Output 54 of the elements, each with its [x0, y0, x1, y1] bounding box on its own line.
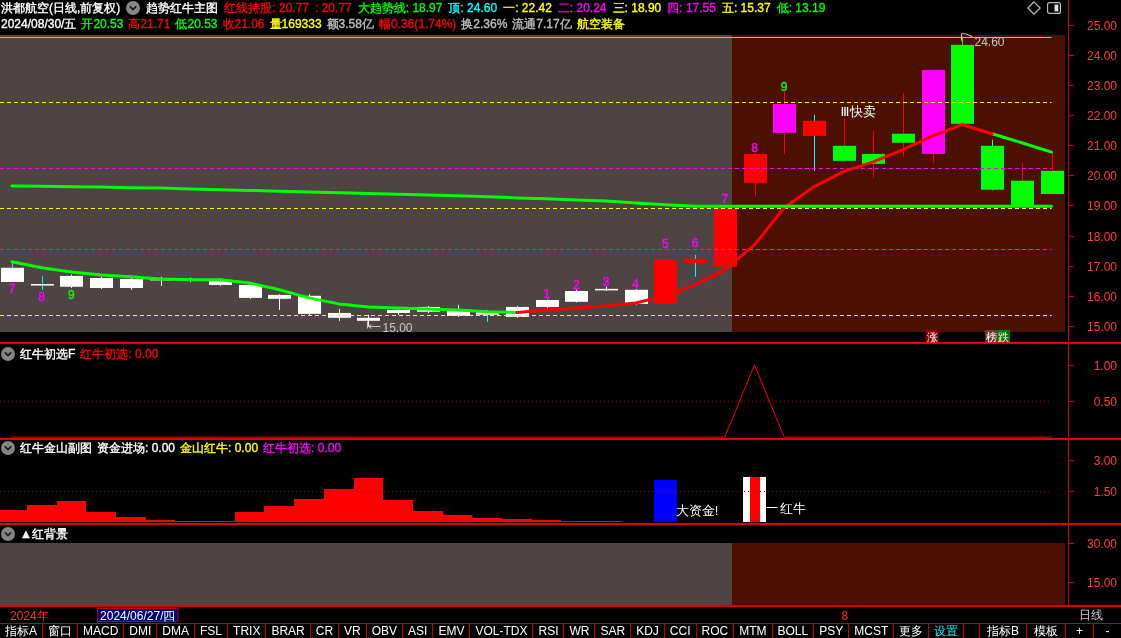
cursor-date: 2024/06/27/四	[97, 608, 179, 623]
indicator-value: 资金进场: 0.00	[97, 441, 176, 455]
axis-label: 23.00	[1086, 79, 1117, 93]
quote-field: 低20.53	[175, 16, 218, 31]
period-label: 日线	[1079, 608, 1103, 622]
quote-field: 量169333	[269, 16, 322, 31]
indicator-name: 红牛初选F	[20, 347, 76, 361]
quote-field: 高21.71	[128, 16, 171, 31]
axis-label: 24.00	[1086, 49, 1117, 63]
axis-label: 25.00	[1086, 19, 1117, 33]
axis-label: 1.00	[1093, 359, 1117, 373]
quote-field: 额3.58亿	[326, 16, 374, 31]
indicator-value: 顶: 24.60	[448, 1, 498, 15]
axis-label: 21.00	[1086, 139, 1117, 153]
indicator-value: 红牛初选: 0.00	[80, 347, 159, 361]
signal-label: 红牛	[779, 500, 806, 516]
axis-label: 22.00	[1086, 109, 1117, 123]
indicator-value: 四: 17.55	[667, 1, 716, 15]
axis-label: 17.00	[1086, 260, 1117, 274]
quote-field: 换2.36%	[461, 16, 508, 31]
indicator-value: 一: 22.42	[503, 1, 552, 15]
indicator-name: ▲红背景	[20, 527, 68, 541]
axis-label: 19.00	[1086, 199, 1117, 213]
tag-label: 涨	[925, 330, 939, 343]
quote-date: 2024/08/30/五	[1, 16, 77, 31]
signal-label: 大资金!	[675, 503, 719, 519]
axis-label: 0.50	[1093, 395, 1117, 409]
indicator-value: 三: 18.90	[612, 1, 662, 15]
quote-field: 流通7.17亿	[512, 16, 572, 31]
date-label: 2024年	[10, 608, 49, 623]
axis-label: 1.50	[1093, 485, 1117, 499]
stock-title: 洪都航空(日线,前复权)	[1, 1, 121, 15]
axis-label: 20.00	[1086, 169, 1117, 183]
date-label: 8	[841, 608, 849, 623]
indicator-value: 五: 15.37	[721, 1, 771, 15]
axis-label: 15.00	[1086, 320, 1117, 334]
indicator-value: 低: 13.19	[776, 1, 826, 15]
quote-field: 航空装备	[576, 16, 625, 31]
axis-label: 16.00	[1086, 290, 1117, 304]
indicator-value: 金山红牛: 0.00	[180, 441, 259, 455]
axis-label: 3.00	[1093, 454, 1117, 468]
indicator-value: 二: 20.24	[557, 1, 607, 15]
axis-label: 30.00	[1086, 537, 1117, 551]
quote-field: 开20.53	[81, 16, 124, 31]
indicator-value: 大趋势线: 18.97	[357, 1, 443, 15]
indicator-value: 红线持股: 20.77	[224, 1, 310, 15]
axis-label: 15.00	[1086, 576, 1117, 590]
indicator-value: 红牛初选: 0.00	[263, 441, 342, 455]
quote-field: 幅0.36(1.74%)	[378, 16, 457, 31]
axis-label: 18.00	[1086, 230, 1117, 244]
indicator-name: 趋势红牛主图	[146, 1, 219, 15]
indicator-name: 红牛金山副图	[20, 441, 92, 455]
indicator-value: : 20.77	[315, 1, 352, 15]
quote-field: 收21.06	[222, 16, 265, 31]
